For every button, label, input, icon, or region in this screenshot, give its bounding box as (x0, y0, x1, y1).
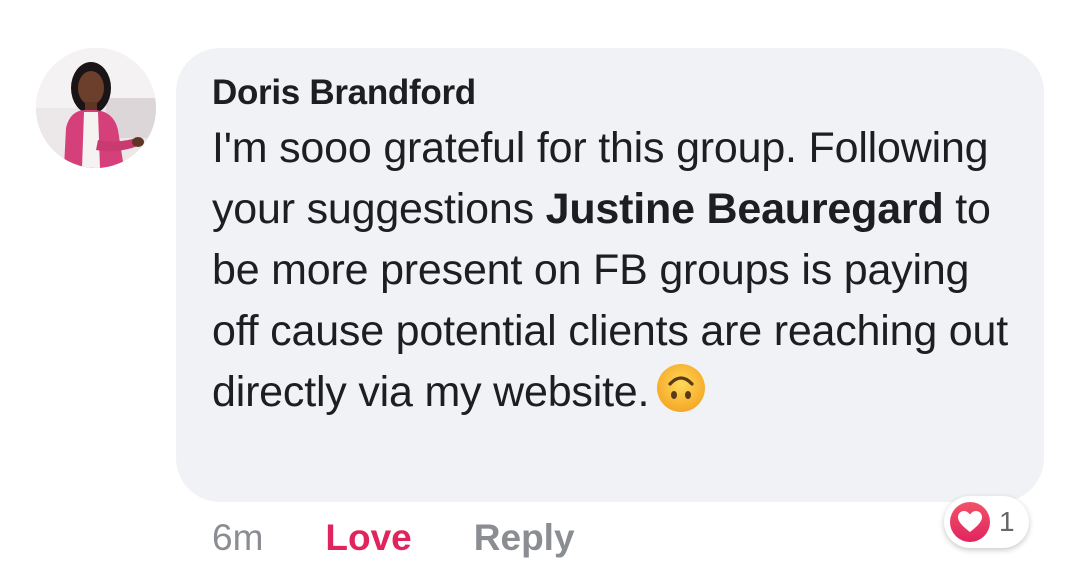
upside-down-face-emoji-icon (655, 362, 707, 414)
heart-icon (950, 502, 990, 542)
timestamp[interactable]: 6m (212, 517, 263, 559)
comment-bubble: Doris Brandford I'm sooo grateful for th… (176, 48, 1044, 502)
author-name[interactable]: Doris Brandford (212, 70, 1008, 116)
reply-button[interactable]: Reply (474, 517, 575, 559)
comment-actions: 6m Love Reply (212, 514, 575, 562)
reaction-count: 1 (999, 506, 1015, 537)
mention-link[interactable]: Justine Beauregard (546, 185, 944, 233)
avatar-photo (36, 48, 156, 168)
avatar[interactable] (36, 48, 156, 168)
comment: Doris Brandford I'm sooo grateful for th… (0, 0, 1080, 583)
comment-text: I'm sooo grateful for this group. Follow… (212, 118, 1008, 423)
love-button[interactable]: Love (325, 517, 411, 559)
reaction-summary[interactable]: 1 (944, 496, 1029, 548)
